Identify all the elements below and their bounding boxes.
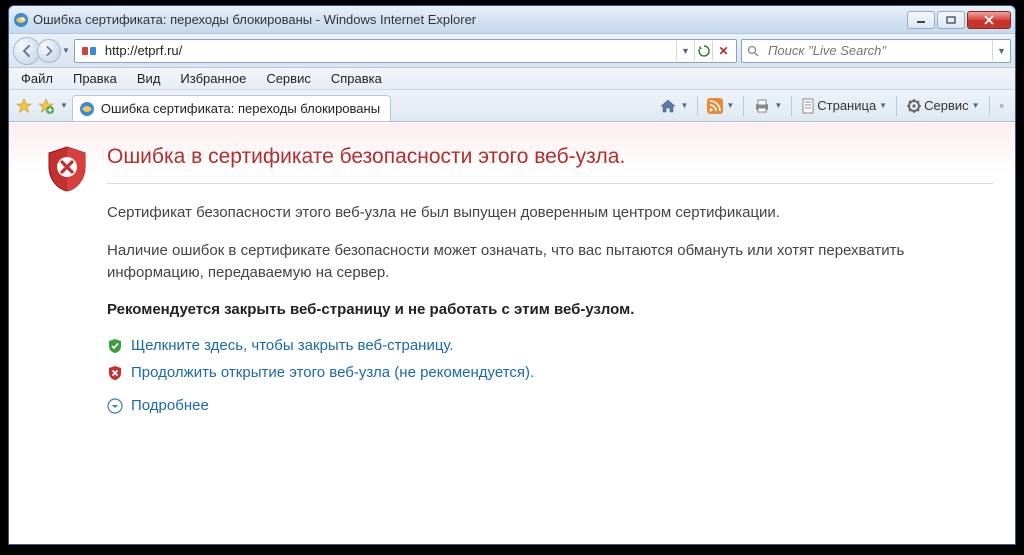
- tabbar: ▼ Ошибка сертификата: переходы блокирова…: [9, 90, 1015, 122]
- add-favorites-icon[interactable]: [37, 97, 55, 115]
- close-button[interactable]: [967, 11, 1011, 29]
- close-page-link[interactable]: Щелкните здесь, чтобы закрыть веб-страни…: [131, 337, 454, 354]
- url-input[interactable]: [101, 41, 676, 60]
- more-info-row: Подробнее: [107, 397, 993, 414]
- compat-icon: [77, 44, 101, 58]
- favorites-star-icon[interactable]: [15, 97, 33, 115]
- search-dropdown[interactable]: ▼: [992, 41, 1010, 61]
- chevron-down-icon: ▼: [774, 101, 782, 110]
- separator: [697, 96, 698, 116]
- menu-help[interactable]: Справка: [321, 69, 392, 88]
- refresh-button[interactable]: [694, 41, 712, 61]
- page-menu-label: Страница: [817, 98, 876, 113]
- ie-tab-icon: [79, 101, 95, 117]
- chevron-down-icon: ▼: [879, 101, 887, 110]
- window-title: Ошибка сертификата: переходы блокированы…: [33, 12, 907, 27]
- chevron-down-icon: ▼: [680, 101, 688, 110]
- browser-tab[interactable]: Ошибка сертификата: переходы блокированы: [72, 95, 391, 121]
- cert-recommend: Рекомендуется закрыть веб-страницу и не …: [107, 299, 993, 321]
- toolbar-overflow[interactable]: »: [994, 93, 1009, 119]
- menu-favorites[interactable]: Избранное: [170, 69, 256, 88]
- expand-icon: [107, 398, 123, 414]
- home-button[interactable]: ▼: [654, 93, 693, 119]
- separator: [989, 96, 990, 116]
- more-info-link[interactable]: Подробнее: [131, 397, 209, 414]
- menu-file[interactable]: Файл: [11, 69, 63, 88]
- menubar: Файл Правка Вид Избранное Сервис Справка: [9, 68, 1015, 90]
- tab-title: Ошибка сертификата: переходы блокированы: [101, 101, 380, 116]
- search-icon: [742, 45, 764, 57]
- menu-view[interactable]: Вид: [127, 69, 171, 88]
- nav-row: ▼ ▼ ✕ ▼: [9, 34, 1015, 68]
- menu-tools[interactable]: Сервис: [256, 69, 321, 88]
- tools-menu-button[interactable]: Сервис ▼: [901, 93, 984, 119]
- cert-para-1: Сертификат безопасности этого веб-узла н…: [107, 202, 993, 224]
- separator: [896, 96, 897, 116]
- search-box[interactable]: ▼: [741, 39, 1011, 63]
- content-area: Ошибка в сертификате безопасности этого …: [9, 122, 1015, 544]
- separator: [743, 96, 744, 116]
- page-menu-button[interactable]: Страница ▼: [796, 93, 892, 119]
- chevron-right-icon: »: [1000, 101, 1004, 110]
- nav-history-dropdown[interactable]: ▼: [62, 46, 70, 55]
- cert-para-2: Наличие ошибок в сертификате безопасност…: [107, 240, 993, 284]
- address-bar[interactable]: ▼ ✕: [74, 39, 737, 63]
- tools-menu-label: Сервис: [924, 98, 969, 113]
- print-button[interactable]: ▼: [748, 93, 787, 119]
- favorites-dropdown[interactable]: ▼: [60, 101, 68, 110]
- cert-body: Ошибка в сертификате безопасности этого …: [107, 145, 993, 424]
- forward-button[interactable]: [37, 39, 61, 63]
- search-input[interactable]: [764, 41, 992, 60]
- titlebar: Ошибка сертификата: переходы блокированы…: [9, 6, 1015, 34]
- green-shield-icon: [107, 338, 123, 354]
- window-controls: [907, 11, 1011, 29]
- cert-error-page: Ошибка в сертификате безопасности этого …: [9, 123, 1015, 544]
- stop-button[interactable]: ✕: [712, 41, 734, 61]
- url-dropdown[interactable]: ▼: [676, 41, 694, 61]
- minimize-button[interactable]: [907, 11, 935, 29]
- menu-edit[interactable]: Правка: [63, 69, 127, 88]
- red-shield-icon: [107, 365, 123, 381]
- continue-link[interactable]: Продолжить открытие этого веб-узла (не р…: [131, 364, 534, 381]
- ie-icon: [13, 12, 29, 28]
- separator: [791, 96, 792, 116]
- chevron-down-icon: ▼: [972, 101, 980, 110]
- chevron-down-icon: ▼: [726, 101, 734, 110]
- command-bar: ▼ ▼ ▼ Страница ▼ Сервис ▼: [654, 93, 1009, 119]
- maximize-button[interactable]: [937, 11, 965, 29]
- continue-row: Продолжить открытие этого веб-узла (не р…: [107, 364, 993, 381]
- close-page-row: Щелкните здесь, чтобы закрыть веб-страни…: [107, 337, 993, 354]
- shield-error-icon: [45, 145, 89, 193]
- back-forward-group: ▼: [13, 37, 70, 65]
- browser-window: Ошибка сертификата: переходы блокированы…: [8, 5, 1016, 545]
- cert-heading: Ошибка в сертификате безопасности этого …: [107, 145, 993, 184]
- feeds-button[interactable]: ▼: [702, 93, 739, 119]
